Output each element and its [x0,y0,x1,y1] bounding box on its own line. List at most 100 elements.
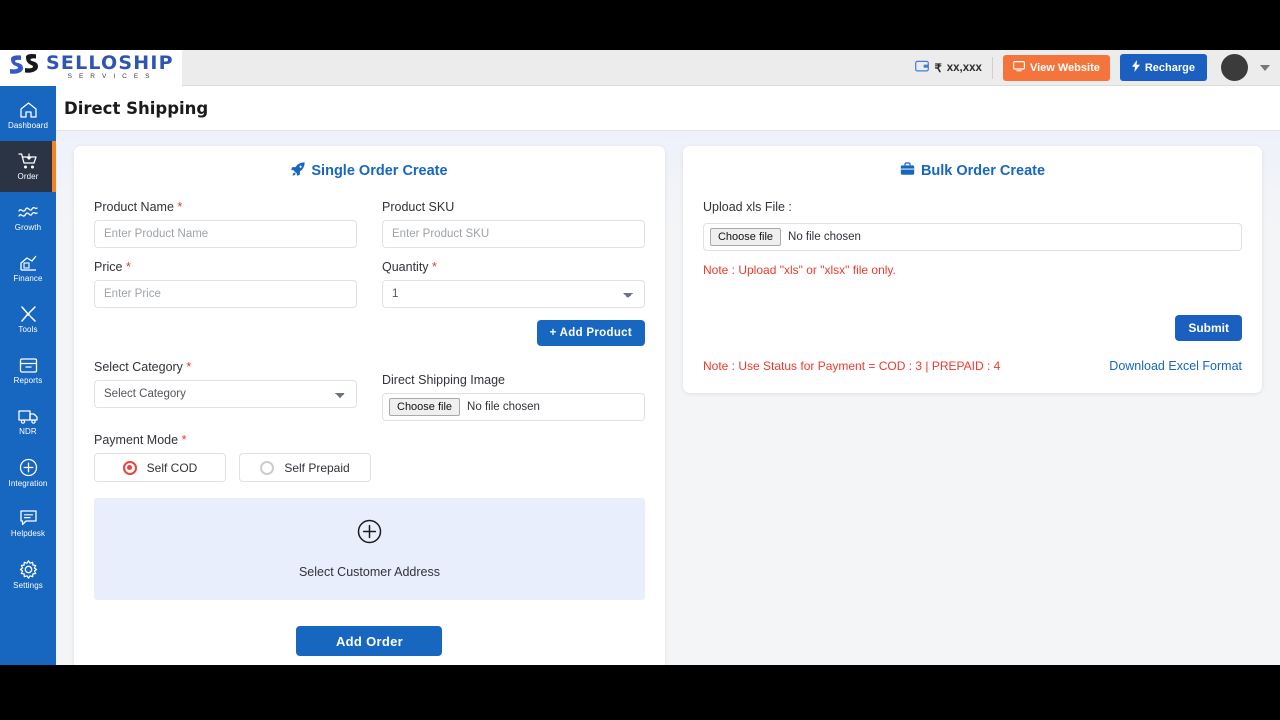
letterbox-bottom [0,665,1280,720]
view-website-button[interactable]: View Website [1002,54,1110,81]
recharge-button[interactable]: Recharge [1119,54,1207,81]
quantity-label: Quantity * [382,260,437,274]
browser-viewport: SELLOSHIP S E R V I C E S ₹ xx,xxx View … [0,50,1280,665]
submit-row: Submit [703,315,1242,341]
price-field-group: Price * [94,260,357,308]
gear-icon [19,559,38,579]
price-label: Price * [94,260,131,274]
briefcase-icon [900,162,915,180]
shipping-image-file-input[interactable]: Choose file No file chosen [382,393,645,421]
reports-icon [19,357,38,374]
add-product-button[interactable]: + Add Product [536,320,645,346]
sidebar-item-label: Growth [14,223,42,232]
sidebar-item-label: Helpdesk [10,529,46,538]
price-quantity-row: Price * Quantity * 1 [94,260,645,308]
radio-icon-selected [122,460,137,475]
sidebar-item-label: Order [17,172,39,181]
product-sku-label: Product SKU [382,200,455,214]
avatar[interactable] [1221,54,1248,81]
submit-button[interactable]: Submit [1175,315,1242,341]
page-title: Direct Shipping [64,98,209,118]
recharge-label: Recharge [1144,61,1195,74]
product-name-input[interactable] [94,220,357,248]
sidebar-item-finance[interactable]: Finance [0,243,56,294]
required-marker: * [186,360,192,374]
finance-chart-icon [19,254,38,272]
quantity-select[interactable]: 1 [382,280,645,308]
single-order-heading: Single Order Create [94,162,645,180]
sidebar-item-integration[interactable]: Integration [0,447,56,498]
select-category-dropdown[interactable]: Select Category [94,380,357,408]
payment-mode-label: Payment Mode * [94,433,187,447]
sidebar-item-ndr[interactable]: NDR [0,396,56,447]
select-category-label: Select Category * [94,360,192,374]
add-product-row: + Add Product [94,320,645,346]
product-sku-input[interactable] [382,220,645,248]
main-content: Single Order Create Product Name * Produ… [56,131,1280,665]
bulk-order-heading: Bulk Order Create [703,162,1242,180]
logo-tagline: S E R V I C E S [67,73,153,81]
choose-file-button[interactable]: Choose file [709,228,782,246]
bulk-footer-row: Note : Use Status for Payment = COD : 3 … [703,359,1242,373]
sidebar-item-label: Tools [18,325,38,334]
header-actions: ₹ xx,xxx View Website Recharge [915,54,1280,81]
payment-option-self-prepaid[interactable]: Self Prepaid [239,453,371,482]
select-customer-address-box[interactable]: Select Customer Address [94,498,645,600]
bulk-file-input[interactable]: Choose file No file chosen [702,223,1242,251]
bulk-order-heading-label: Bulk Order Create [920,163,1046,179]
product-sku-field-group: Product SKU [382,200,645,248]
growth-icon [18,203,38,221]
sidebar-item-label: Dashboard [7,121,49,130]
plus-circle-icon [357,519,382,549]
file-status-text: No file chosen [467,401,540,413]
select-customer-address-label: Select Customer Address [298,565,441,579]
brand-logo[interactable]: SELLOSHIP S E R V I C E S [0,50,182,86]
sidebar-item-label: NDR [19,426,37,436]
rocket-icon [291,162,306,180]
payment-option-label: Self Prepaid [284,460,350,475]
required-marker: * [125,260,131,274]
required-marker: * [177,200,183,214]
chat-icon [19,509,38,527]
payment-mode-group: Self COD Self Prepaid [94,453,645,482]
monitor-icon [1012,60,1025,75]
sidebar-nav: Dashboard Order Growth Finance Tools Rep… [0,86,56,665]
sidebar-item-growth[interactable]: Growth [0,192,56,243]
chevron-down-icon[interactable] [1260,64,1270,71]
category-image-row: Select Category * Select Category Direct… [94,360,645,421]
page-header: Direct Shipping [56,86,1280,131]
quantity-field-group: Quantity * 1 [382,260,645,308]
choose-file-button[interactable]: Choose file [389,398,461,416]
wallet-balance[interactable]: ₹ xx,xxx [915,56,993,79]
upload-format-note: Note : Upload "xls" or "xlsx" file only. [702,263,896,277]
plus-circle-icon [19,458,38,477]
sidebar-item-settings[interactable]: Settings [0,549,56,600]
shipping-image-group: Direct Shipping Image Choose file No fil… [382,360,645,421]
home-icon [19,101,38,119]
sidebar-item-reports[interactable]: Reports [0,345,56,396]
sidebar-item-label: Settings [13,580,43,590]
sidebar-item-helpdesk[interactable]: Helpdesk [0,498,56,549]
sidebar-item-tools[interactable]: Tools [0,294,56,345]
view-website-label: View Website [1029,61,1100,74]
logo-wordmark: SELLOSHIP [46,52,174,75]
add-order-button[interactable]: Add Order [296,626,443,656]
select-category-group: Select Category * Select Category [94,360,357,421]
required-marker: * [181,433,187,447]
wallet-amount: xx,xxx [946,61,982,74]
shipping-image-label: Direct Shipping Image [382,373,505,387]
download-excel-format-link[interactable]: Download Excel Format [1109,359,1242,373]
sidebar-item-label: Finance [13,274,43,283]
sidebar-item-dashboard[interactable]: Dashboard [0,90,56,141]
sidebar-item-order[interactable]: Order [0,141,56,192]
radio-icon-unselected [260,460,275,475]
price-input[interactable] [94,280,357,308]
payment-option-self-cod[interactable]: Self COD [94,453,226,482]
payment-status-note: Note : Use Status for Payment = COD : 3 … [702,359,1001,373]
sidebar-item-label: Reports [13,375,43,385]
bulk-order-create-panel: Bulk Order Create Upload xls File : Choo… [682,146,1262,393]
bolt-icon [1131,60,1140,75]
wallet-currency-symbol: ₹ [934,62,942,75]
upload-xls-label: Upload xls File : [702,200,792,214]
file-status-text: No file chosen [788,231,861,243]
